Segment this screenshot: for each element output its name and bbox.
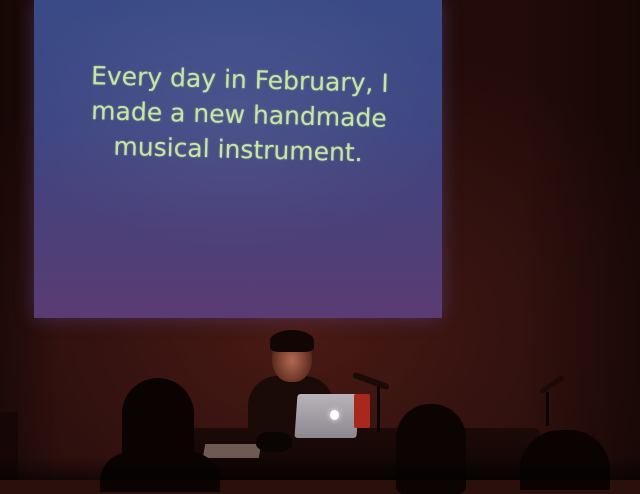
audience-member-head-center	[396, 404, 466, 494]
presentation-room: Every day in February, I made a new hand…	[0, 0, 640, 494]
slide-text: Every day in February, I made a new hand…	[73, 58, 406, 172]
red-device	[354, 394, 370, 428]
floor-shadow	[0, 456, 640, 480]
cable-bundle	[256, 432, 292, 452]
wall-shadow-right	[520, 0, 640, 480]
microphone-left	[352, 371, 390, 391]
mic-stand-right	[546, 392, 549, 426]
laptop	[294, 394, 360, 438]
laptop-logo-icon	[330, 410, 339, 420]
presenter-hair	[270, 330, 314, 352]
mic-stand-left	[377, 386, 380, 432]
projection-screen: Every day in February, I made a new hand…	[34, 0, 442, 318]
